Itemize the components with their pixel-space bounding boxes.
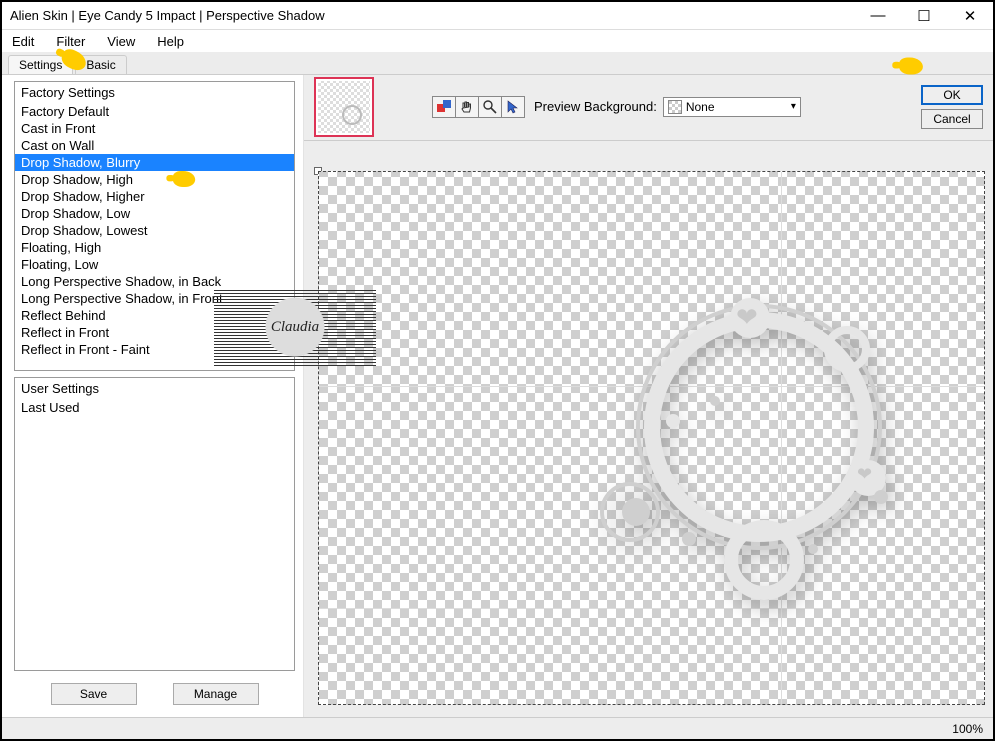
titlebar: Alien Skin | Eye Candy 5 Impact | Perspe… [2, 2, 993, 30]
close-button[interactable]: ✕ [947, 2, 993, 29]
tool-icons [432, 96, 524, 118]
list-item[interactable]: Drop Shadow, High [15, 171, 294, 188]
heart-icon: ❤ [857, 464, 872, 485]
factory-settings-header: Factory Settings [15, 82, 294, 103]
list-item[interactable]: Drop Shadow, Higher [15, 188, 294, 205]
user-settings-list[interactable]: User Settings Last Used [14, 377, 295, 671]
maximize-button[interactable]: ☐ [901, 2, 947, 29]
window-controls: — ☐ ✕ [855, 2, 993, 29]
window-title: Alien Skin | Eye Candy 5 Impact | Perspe… [10, 8, 325, 23]
preview-panel: Preview Background: None ▾ OK Cancel [304, 75, 993, 717]
manage-button[interactable]: Manage [173, 683, 259, 705]
list-item[interactable]: Drop Shadow, Low [15, 205, 294, 222]
list-item[interactable]: Cast in Front [15, 120, 294, 137]
artwork: ❤ ❤ [574, 242, 954, 622]
list-item[interactable]: Cast on Wall [15, 137, 294, 154]
tabbar: Settings Basic [2, 52, 993, 74]
zoom-level: 100% [952, 722, 983, 736]
preview-bg-row: Preview Background: None ▾ [534, 97, 801, 117]
minimize-button[interactable]: — [855, 2, 901, 29]
list-item[interactable]: Factory Default [15, 103, 294, 120]
pointer-annotation-icon [899, 58, 923, 75]
list-item[interactable]: Floating, High [15, 239, 294, 256]
ok-button[interactable]: OK [921, 85, 983, 105]
preview-bg-value: None [686, 100, 715, 114]
menubar: Edit Filter View Help [2, 30, 993, 52]
preview-area[interactable]: ❤ ❤ [304, 141, 993, 717]
list-item[interactable]: Drop Shadow, Blurry [15, 154, 294, 171]
watermark: Claudia [214, 288, 376, 366]
user-settings-header: User Settings [15, 378, 294, 399]
preview-bg-label: Preview Background: [534, 99, 657, 114]
preview-thumbnail[interactable] [314, 77, 374, 137]
checker-swatch-icon [668, 100, 682, 114]
toolbar: Preview Background: None ▾ OK Cancel [304, 75, 993, 141]
preview-bg-select[interactable]: None ▾ [663, 97, 801, 117]
statusbar: 100% [2, 717, 993, 739]
list-item[interactable]: Last Used [15, 399, 294, 416]
settings-button-row: Save Manage [14, 677, 295, 709]
menu-view[interactable]: View [103, 32, 139, 51]
menu-edit[interactable]: Edit [8, 32, 38, 51]
preview-canvas[interactable]: ❤ ❤ [318, 171, 985, 705]
arrow-tool-icon[interactable] [501, 96, 525, 118]
chevron-down-icon: ▾ [791, 101, 796, 112]
menu-help[interactable]: Help [153, 32, 188, 51]
hand-tool-icon[interactable] [455, 96, 479, 118]
save-button[interactable]: Save [51, 683, 137, 705]
color-swap-icon[interactable] [432, 96, 456, 118]
heart-icon: ❤ [736, 302, 758, 333]
pointer-annotation-icon [173, 171, 195, 187]
cancel-button[interactable]: Cancel [921, 109, 983, 129]
list-item[interactable]: Drop Shadow, Lowest [15, 222, 294, 239]
settings-panel: Factory Settings Factory DefaultCast in … [2, 75, 304, 717]
list-item[interactable]: Floating, Low [15, 256, 294, 273]
zoom-tool-icon[interactable] [478, 96, 502, 118]
